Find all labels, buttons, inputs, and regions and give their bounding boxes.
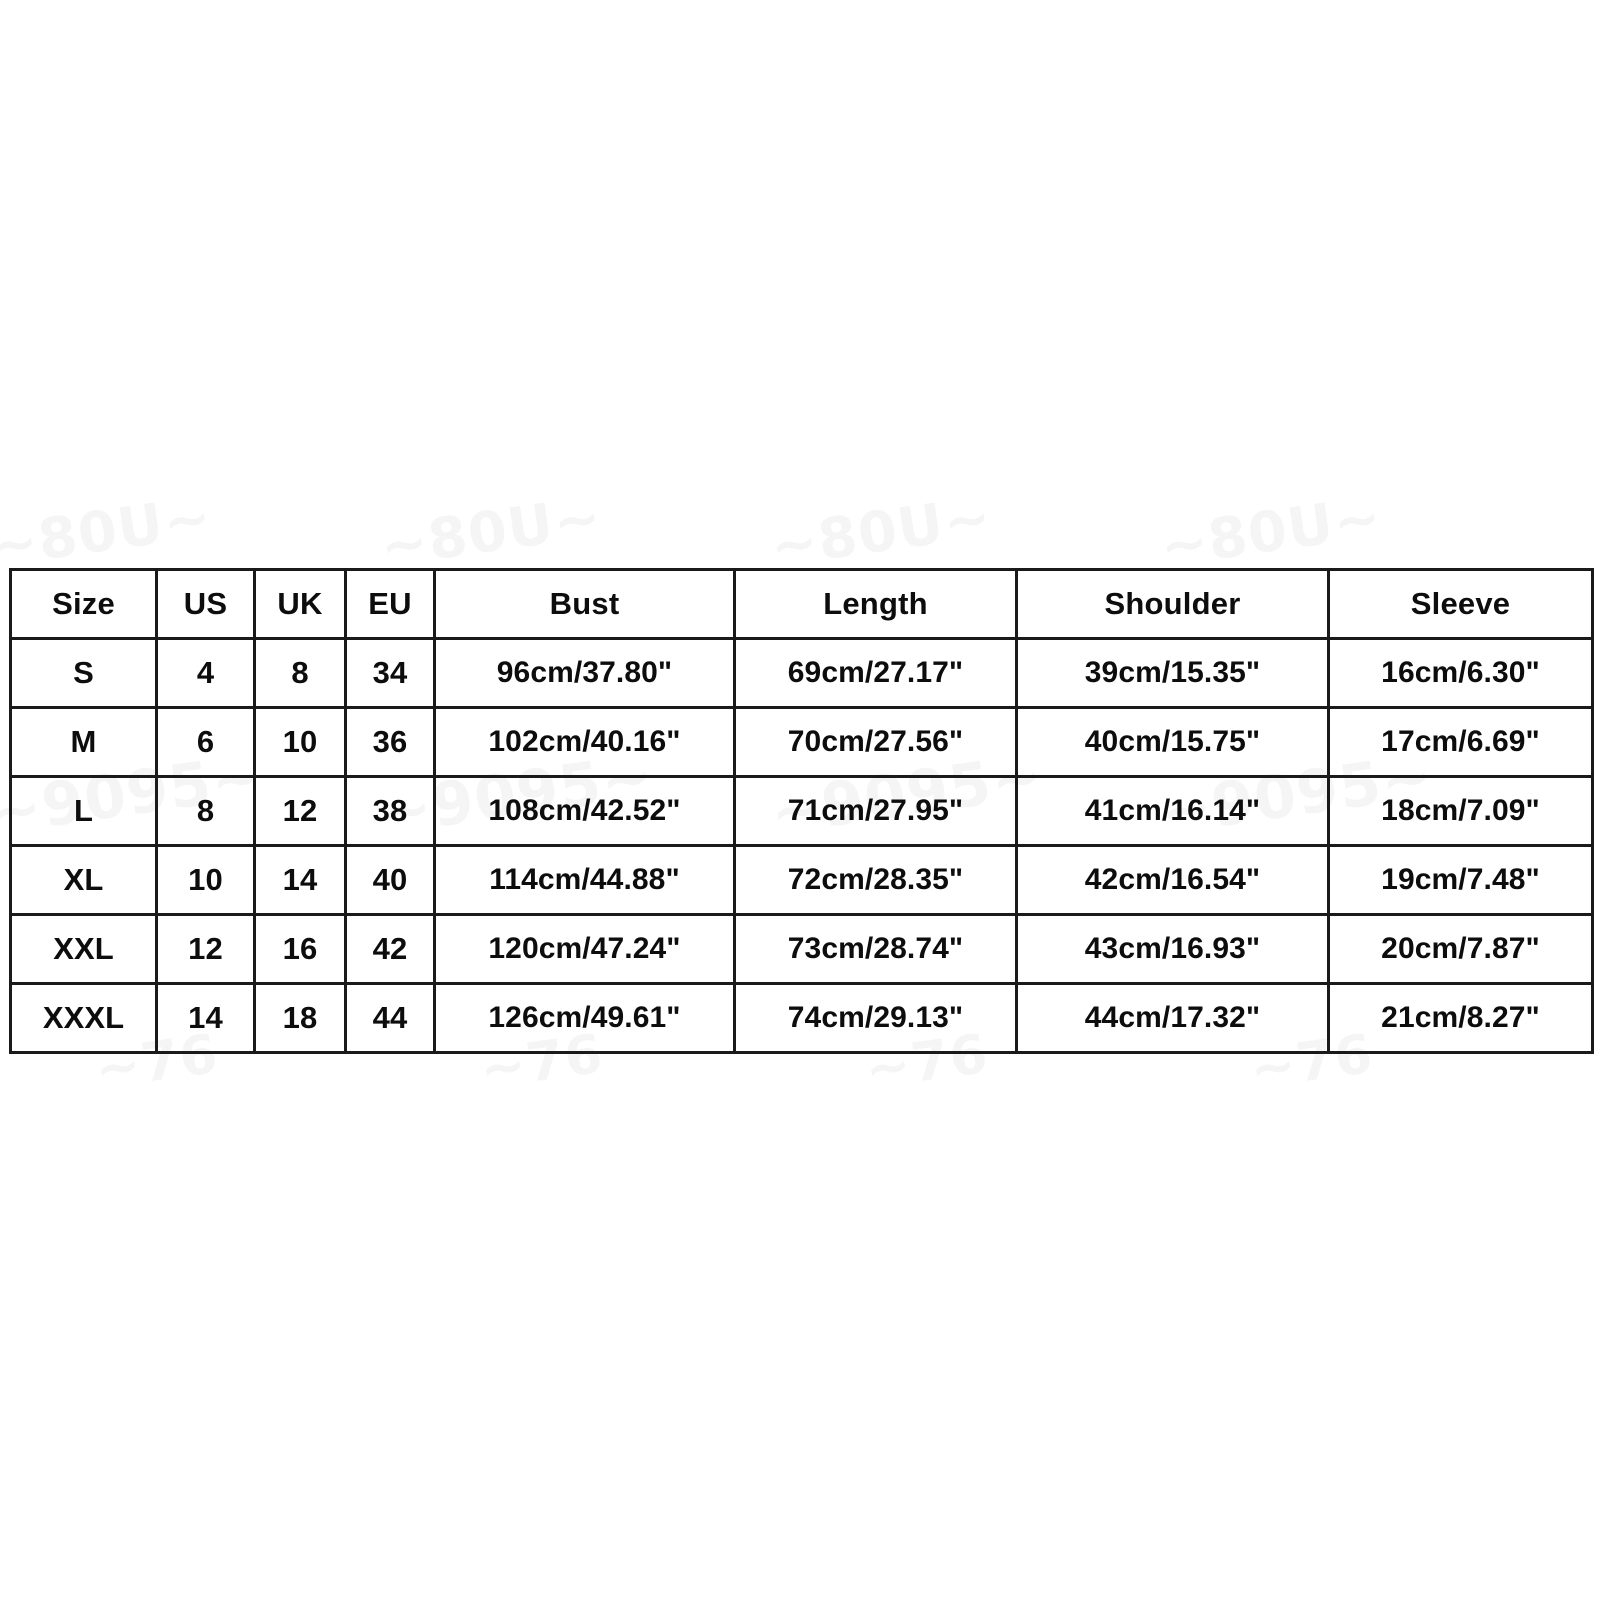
column-header-length: Length (733, 568, 1018, 640)
cell-bust: 96cm/37.80" (433, 637, 736, 709)
cell-sleeve: 19cm/7.48" (1327, 844, 1594, 916)
column-header-bust: Bust (433, 568, 736, 640)
table-row: XXL 12 16 42 120cm/47.24" 73cm/28.74" 43… (9, 913, 1594, 985)
cell-size: XXL (9, 913, 158, 985)
table-row: L 8 12 38 108cm/42.52" 71cm/27.95" 41cm/… (9, 775, 1594, 847)
column-header-shoulder: Shoulder (1015, 568, 1330, 640)
table-row: S 4 8 34 96cm/37.80" 69cm/27.17" 39cm/15… (9, 637, 1594, 709)
cell-length: 74cm/29.13" (733, 982, 1018, 1054)
cell-eu: 44 (344, 982, 436, 1054)
table-body: S 4 8 34 96cm/37.80" 69cm/27.17" 39cm/15… (9, 637, 1594, 1054)
cell-bust: 120cm/47.24" (433, 913, 736, 985)
cell-bust: 102cm/40.16" (433, 706, 736, 778)
cell-sleeve: 18cm/7.09" (1327, 775, 1594, 847)
cell-shoulder: 43cm/16.93" (1015, 913, 1330, 985)
table-row: XXXL 14 18 44 126cm/49.61" 74cm/29.13" 4… (9, 982, 1594, 1054)
cell-sleeve: 16cm/6.30" (1327, 637, 1594, 709)
cell-eu: 34 (344, 637, 436, 709)
cell-uk: 16 (253, 913, 347, 985)
cell-us: 14 (155, 982, 256, 1054)
watermark-text: ~80U~ (377, 485, 606, 580)
cell-eu: 40 (344, 844, 436, 916)
cell-size: XL (9, 844, 158, 916)
cell-size: M (9, 706, 158, 778)
watermark-text: ~80U~ (1157, 485, 1386, 580)
column-header-us: US (155, 568, 256, 640)
cell-size: L (9, 775, 158, 847)
cell-shoulder: 40cm/15.75" (1015, 706, 1330, 778)
size-chart-table: Size US UK EU Bust Length Shoulder Sleev… (9, 568, 1594, 1054)
cell-us: 10 (155, 844, 256, 916)
table-row: XL 10 14 40 114cm/44.88" 72cm/28.35" 42c… (9, 844, 1594, 916)
cell-us: 6 (155, 706, 256, 778)
table-header-row: Size US UK EU Bust Length Shoulder Sleev… (9, 568, 1594, 640)
cell-size: XXXL (9, 982, 158, 1054)
cell-length: 69cm/27.17" (733, 637, 1018, 709)
cell-bust: 114cm/44.88" (433, 844, 736, 916)
cell-us: 4 (155, 637, 256, 709)
cell-uk: 18 (253, 982, 347, 1054)
cell-length: 71cm/27.95" (733, 775, 1018, 847)
cell-uk: 8 (253, 637, 347, 709)
cell-sleeve: 17cm/6.69" (1327, 706, 1594, 778)
watermark-text: ~80U~ (767, 485, 996, 580)
watermark-text: ~80U~ (0, 485, 216, 580)
table-header: Size US UK EU Bust Length Shoulder Sleev… (9, 568, 1594, 640)
column-header-uk: UK (253, 568, 347, 640)
size-chart-table-container: Size US UK EU Bust Length Shoulder Sleev… (9, 568, 1594, 1054)
cell-sleeve: 21cm/8.27" (1327, 982, 1594, 1054)
column-header-size: Size (9, 568, 158, 640)
cell-bust: 108cm/42.52" (433, 775, 736, 847)
cell-us: 8 (155, 775, 256, 847)
cell-length: 72cm/28.35" (733, 844, 1018, 916)
column-header-sleeve: Sleeve (1327, 568, 1594, 640)
cell-eu: 36 (344, 706, 436, 778)
cell-shoulder: 39cm/15.35" (1015, 637, 1330, 709)
cell-bust: 126cm/49.61" (433, 982, 736, 1054)
cell-size: S (9, 637, 158, 709)
column-header-eu: EU (344, 568, 436, 640)
cell-sleeve: 20cm/7.87" (1327, 913, 1594, 985)
cell-uk: 12 (253, 775, 347, 847)
cell-length: 70cm/27.56" (733, 706, 1018, 778)
cell-shoulder: 41cm/16.14" (1015, 775, 1330, 847)
cell-shoulder: 42cm/16.54" (1015, 844, 1330, 916)
cell-eu: 42 (344, 913, 436, 985)
cell-shoulder: 44cm/17.32" (1015, 982, 1330, 1054)
cell-length: 73cm/28.74" (733, 913, 1018, 985)
cell-uk: 14 (253, 844, 347, 916)
size-chart-page: ~80U~ ~80U~ ~80U~ ~80U~ ~9095~ ~9095~ ~9… (0, 0, 1600, 1600)
cell-uk: 10 (253, 706, 347, 778)
cell-us: 12 (155, 913, 256, 985)
cell-eu: 38 (344, 775, 436, 847)
table-row: M 6 10 36 102cm/40.16" 70cm/27.56" 40cm/… (9, 706, 1594, 778)
